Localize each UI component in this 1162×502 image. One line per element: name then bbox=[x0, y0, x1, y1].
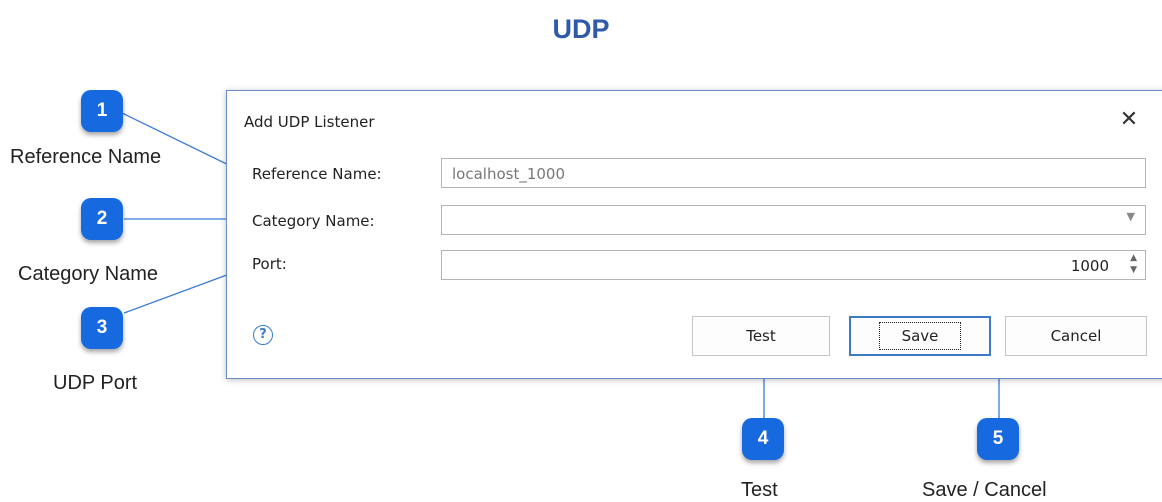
reference-name-label: Reference Name: bbox=[252, 165, 382, 183]
test-button-label: Test bbox=[746, 327, 776, 345]
help-icon[interactable]: ? bbox=[253, 325, 273, 345]
callout-caption-1: Reference Name bbox=[10, 146, 162, 168]
chevron-down-icon[interactable]: ▼ bbox=[1127, 210, 1135, 223]
port-spinner[interactable]: 1000 ▲ ▼ bbox=[441, 250, 1146, 280]
save-button-label: Save bbox=[878, 322, 962, 350]
category-name-dropdown[interactable]: ▼ bbox=[441, 205, 1146, 235]
callout-caption-5: Save / Cancel bbox=[922, 479, 1047, 501]
test-button[interactable]: Test bbox=[692, 316, 830, 356]
callout-badge-3: 3 bbox=[81, 307, 123, 349]
callout-caption-2: Category Name bbox=[18, 263, 159, 285]
callout-badge-1: 1 bbox=[81, 90, 123, 132]
close-icon[interactable]: ✕ bbox=[1116, 107, 1142, 133]
add-udp-listener-dialog: Add UDP Listener ✕ Reference Name: local… bbox=[226, 90, 1162, 379]
callout-badge-2: 2 bbox=[81, 198, 123, 240]
port-value: 1000 bbox=[1070, 257, 1109, 275]
dialog-title: Add UDP Listener bbox=[244, 113, 375, 131]
callout-badge-4: 4 bbox=[742, 418, 784, 460]
port-label: Port: bbox=[252, 255, 287, 273]
cancel-button[interactable]: Cancel bbox=[1005, 316, 1147, 356]
cancel-button-label: Cancel bbox=[1050, 327, 1102, 345]
save-button[interactable]: Save bbox=[849, 316, 991, 356]
callout-caption-4: Test bbox=[741, 479, 778, 501]
spinner-arrows-icon[interactable]: ▲ ▼ bbox=[1130, 252, 1137, 276]
callout-caption-3: UDP Port bbox=[53, 372, 138, 394]
callout-badge-5: 5 bbox=[977, 418, 1019, 460]
reference-name-value: localhost_1000 bbox=[452, 165, 566, 183]
reference-name-input[interactable]: localhost_1000 bbox=[441, 158, 1146, 188]
category-name-label: Category Name: bbox=[252, 212, 375, 230]
